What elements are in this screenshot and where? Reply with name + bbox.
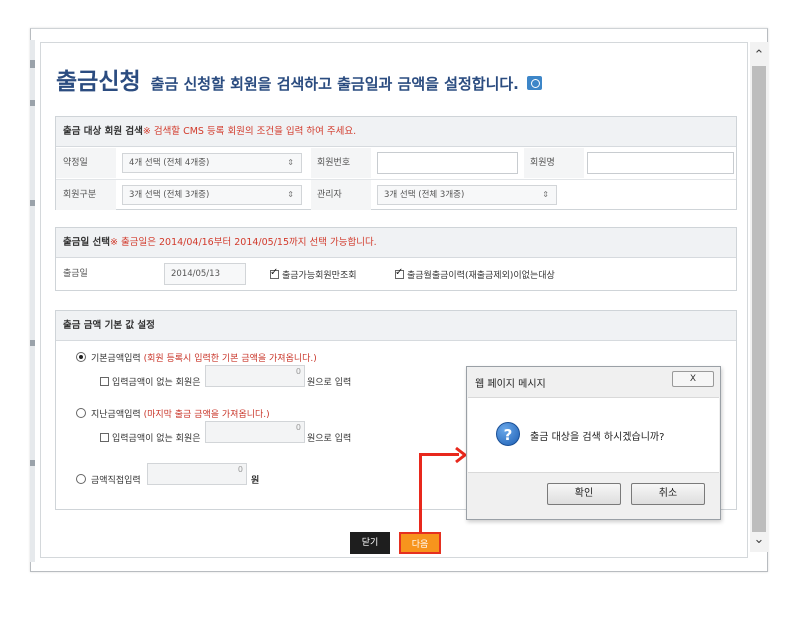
ok-button[interactable]: 확인 [547, 483, 621, 505]
available-only-checkbox[interactable]: 출금가능회원만조회 [270, 267, 357, 281]
search-row-2: 회원구분 3개 선택 (전체 3개중) ⇕ 관리자 3개 선택 (전체 3개중) ⇕ [56, 179, 736, 210]
contract-day-label: 약정일 [56, 148, 116, 178]
member-type-label: 회원구분 [56, 180, 116, 210]
last-amount-radio[interactable]: 지난금액입력 (마지막 출금 금액을 가져옵니다.) [76, 407, 270, 420]
radio-selected-icon [76, 352, 86, 362]
date-select-header: 출금일 선택※ 출금일은 2014/04/16부터 2014/05/15까지 선… [56, 228, 736, 258]
annotation-line-vertical [419, 453, 422, 533]
last-no-amount-checkbox[interactable]: 입력금액이 없는 회원은 [100, 431, 201, 444]
cancel-button[interactable]: 취소 [631, 483, 705, 505]
page-title-sub: 출금 신청할 회원을 검색하고 출금일과 금액을 설정합니다. [150, 75, 519, 93]
dialog-body: ? 출금 대상을 검색 하시겠습니까? [468, 397, 719, 473]
info-icon[interactable] [526, 76, 542, 90]
date-row: 출금일 2014/05/13 출금가능회원만조회 출금월출금이력(재출금제외)이… [56, 259, 736, 289]
member-no-label: 회원번호 [311, 148, 371, 178]
checkbox-icon [100, 377, 109, 386]
direct-amount-suffix: 원 [251, 476, 260, 486]
chevron-updown-icon: ⇕ [542, 190, 549, 199]
contract-day-select[interactable]: 4개 선택 (전체 4개중) ⇕ [122, 153, 302, 173]
radio-icon [76, 474, 86, 484]
member-type-select[interactable]: 3개 선택 (전체 3개중) ⇕ [122, 185, 302, 205]
checkbox-checked-icon [395, 267, 404, 279]
withdraw-date-label: 출금일 [56, 259, 156, 289]
scroll-thumb[interactable] [752, 66, 766, 532]
chevron-updown-icon: ⇕ [287, 158, 294, 167]
manager-label: 관리자 [311, 180, 371, 210]
last-amount-suffix: 원으로 입력 [307, 434, 352, 444]
member-search-hint: ※ 검색할 CMS 등록 회원의 조건을 입력 하여 주세요. [142, 126, 357, 137]
radio-icon [76, 408, 86, 418]
checkbox-checked-icon [270, 267, 279, 279]
member-search-panel: 출금 대상 회원 검색※ 검색할 CMS 등록 회원의 조건을 입력 하여 주세… [55, 116, 737, 210]
left-edge-strip [30, 40, 35, 562]
direct-amount-radio[interactable]: 금액직접입력 [76, 473, 141, 486]
member-name-label: 회원명 [524, 148, 584, 178]
page-title: 출금신청 출금 신청할 회원을 검색하고 출금일과 금액을 설정합니다. [56, 62, 542, 96]
member-no-input[interactable] [377, 152, 518, 174]
chevron-updown-icon: ⇕ [287, 190, 294, 199]
dialog-message: 출금 대상을 검색 하시겠습니까? [530, 432, 665, 443]
manager-select[interactable]: 3개 선택 (전체 3개중) ⇕ [377, 185, 557, 205]
date-select-hint: ※ 출금일은 2014/04/16부터 2014/05/15까지 선택 가능합니… [110, 237, 377, 248]
confirm-dialog: 웹 페이지 메시지 X ? 출금 대상을 검색 하시겠습니까? 확인 취소 [466, 366, 721, 520]
page-title-main: 출금신청 [56, 69, 141, 95]
basic-amount-suffix: 원으로 입력 [307, 378, 352, 388]
member-search-title: 출금 대상 회원 검색 [63, 126, 143, 137]
member-search-header: 출금 대상 회원 검색※ 검색할 CMS 등록 회원의 조건을 입력 하여 주세… [56, 117, 736, 147]
date-select-title: 출금일 선택 [63, 237, 111, 248]
member-name-input[interactable] [587, 152, 734, 174]
last-default-amount-input[interactable]: 0 [205, 421, 305, 443]
question-icon: ? [496, 422, 520, 446]
withdraw-date-input[interactable]: 2014/05/13 [164, 263, 246, 285]
dialog-title: 웹 페이지 메시지 [475, 379, 546, 390]
basic-amount-radio[interactable]: 기본금액입력 (회원 등록시 입력한 기본 금액을 가져옵니다.) [76, 351, 317, 364]
scroll-down-icon[interactable]: ⌄ [750, 532, 768, 547]
no-history-checkbox[interactable]: 출금월출금이력(재출금제외)이없는대상 [395, 267, 555, 281]
dialog-close-icon[interactable]: X [672, 371, 714, 387]
basic-default-amount-input[interactable]: 0 [205, 365, 305, 387]
next-button[interactable]: 다음 [399, 532, 441, 554]
amount-settings-header: 출금 금액 기본 값 설정 [56, 311, 736, 341]
basic-no-amount-checkbox[interactable]: 입력금액이 없는 회원은 [100, 375, 201, 388]
annotation-line-horizontal [419, 453, 459, 456]
search-row-1: 약정일 4개 선택 (전체 4개중) ⇕ 회원번호 회원명 [56, 148, 736, 178]
date-select-panel: 출금일 선택※ 출금일은 2014/04/16부터 2014/05/15까지 선… [55, 227, 737, 291]
direct-amount-input[interactable]: 0 [147, 463, 247, 485]
scroll-up-icon[interactable]: ⌃ [750, 48, 768, 63]
close-button[interactable]: 닫기 [350, 532, 390, 554]
checkbox-icon [100, 433, 109, 442]
